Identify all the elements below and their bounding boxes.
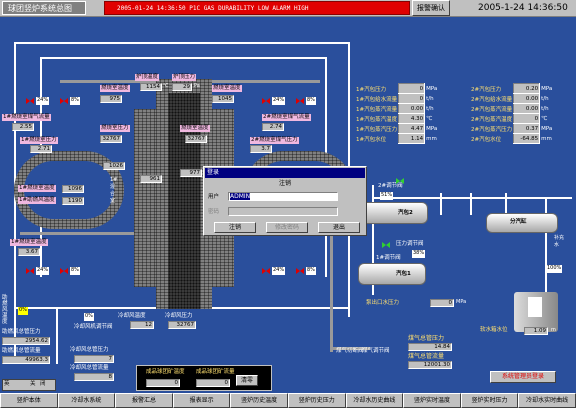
alarm-ack-button[interactable]: 报警确认 <box>412 0 450 16</box>
app-title: 球团竖炉系统总图 <box>2 1 86 15</box>
top-press-label: 炉顶压力 <box>172 74 197 81</box>
table-row: 2#汽包蒸汽流量 0.00 t/h <box>471 103 549 114</box>
table-row: 1#汽包给水流量 0 t/h <box>356 93 434 104</box>
clock: 2005-1-24 14:36:50 <box>478 3 568 13</box>
bottom-nav: 竖炉本体 冷却水系统 报警汇总 报表显示 竖炉历史温度 竖炉历史压力 冷却水历史… <box>0 393 576 408</box>
password-label: 密码 <box>208 209 220 215</box>
table-row: 1#汽包水位 1.14 mm <box>356 133 437 144</box>
top-temp-value: 1154 <box>140 83 162 91</box>
air-pipe-down <box>56 309 58 364</box>
nav-stove-body[interactable]: 竖炉本体 <box>0 393 58 408</box>
admin-login-button[interactable]: 系统管理员登录 <box>490 371 556 383</box>
drum2-readings: 2#汽包压力 0.20 MPa 2#汽包给水流量 0.00 t/h 2#汽包蒸汽流量 0.… <box>470 83 553 144</box>
nav-hist-temp[interactable]: 竖炉历史温度 <box>230 393 288 408</box>
table-row: 1#汽包蒸汽流量 0.00 t/h <box>356 103 434 114</box>
valve-icon[interactable] <box>382 241 390 249</box>
lang-toggle[interactable]: 英 <box>4 381 10 388</box>
gas-pipe-right-down <box>330 232 333 352</box>
control-strip <box>2 379 56 391</box>
user-field[interactable]: ADMIN <box>228 192 338 201</box>
valve-icon[interactable] <box>60 97 68 105</box>
shaft-press-label: 燃烧室压力 <box>100 125 130 132</box>
reset-button[interactable]: 清零 <box>236 375 258 386</box>
user-label: 用户 <box>208 194 220 200</box>
mixing-chamber-label: 1# 混 合 室 <box>110 177 118 204</box>
valve-icon[interactable] <box>262 97 270 105</box>
top-temp-label: 炉顶温度 <box>135 74 160 81</box>
table-row: 1#汽包蒸汽压力 4.47 MPa <box>356 123 438 134</box>
table-row: 1#汽包蒸汽温度 4.30 ℃ <box>356 113 433 124</box>
top-press-value: 29 <box>172 83 192 91</box>
valve-icon[interactable] <box>396 177 404 185</box>
drum-1 <box>358 263 426 285</box>
drum1-readings: 1#汽包压力 0 MPa 1#汽包给水流量 0 t/h 1#汽包蒸汽流量 0.00 t/h … <box>355 83 438 144</box>
valve-icon[interactable] <box>26 97 34 105</box>
exit-button[interactable]: 退出 <box>318 222 360 233</box>
nav-alarm-summary[interactable]: 报警汇总 <box>115 393 173 408</box>
logout-button[interactable]: 注销 <box>214 222 256 233</box>
table-row: 2#汽包压力 0.20 MPa <box>471 83 553 94</box>
table-row: 2#汽包给水流量 0.00 t/h <box>471 93 549 104</box>
table-row: 1#汽包压力 0 MPa <box>356 83 438 94</box>
valve-icon[interactable] <box>296 97 304 105</box>
change-password-button[interactable]: 修改密码 <box>266 222 308 233</box>
valve-icon[interactable] <box>296 267 304 275</box>
air-pipe-top2 <box>40 57 327 59</box>
table-row: 2#汽包蒸汽温度 0 ℃ <box>471 113 548 124</box>
valve-icon[interactable] <box>262 267 270 275</box>
valve-icon[interactable] <box>26 267 34 275</box>
nav-rt-press[interactable]: 竖炉实时压力 <box>460 393 519 408</box>
title-bar: 球团竖炉系统总图 2005-01-24 14:36:50 P1C GAS DUR… <box>0 0 576 17</box>
login-dialog: 登录 注销 用户 ADMIN 密码 注销 修改密码 退出 <box>203 166 367 236</box>
dialog-title: 登录 <box>205 168 365 178</box>
close-button[interactable]: 关 <box>30 381 36 388</box>
nav-hist-press[interactable]: 竖炉历史压力 <box>287 393 346 408</box>
drum-2 <box>360 202 428 224</box>
table-row: 2#汽包水位 -64.85 mm <box>471 133 552 144</box>
nav-cooling-water[interactable]: 冷却水系统 <box>57 393 116 408</box>
alarm-banner[interactable]: 2005-01-24 14:36:50 P1C GAS DURABILITY L… <box>104 1 410 15</box>
nav-water-rt[interactable]: 冷却水实时曲线 <box>518 393 576 408</box>
dialog-header: 注销 <box>278 180 291 187</box>
stove-shaft-left <box>156 79 168 309</box>
nav-rt-temp[interactable]: 竖炉实时温度 <box>403 393 461 408</box>
valve-icon[interactable] <box>60 267 68 275</box>
nav-reports[interactable]: 报表显示 <box>172 393 231 408</box>
shaft-temp-label-r: 燃烧室温度 <box>212 85 242 92</box>
shut-button[interactable]: 闭 <box>40 381 46 388</box>
nav-water-hist[interactable]: 冷却水历史曲线 <box>345 393 404 408</box>
table-row: 2#汽包蒸汽压力 0.37 MPa <box>471 123 553 134</box>
password-field[interactable] <box>228 207 338 216</box>
shaft-temp-label-l: 燃烧室温度 <box>100 85 130 92</box>
stove-wall-left <box>134 109 156 287</box>
air-pipe-top <box>14 42 350 44</box>
